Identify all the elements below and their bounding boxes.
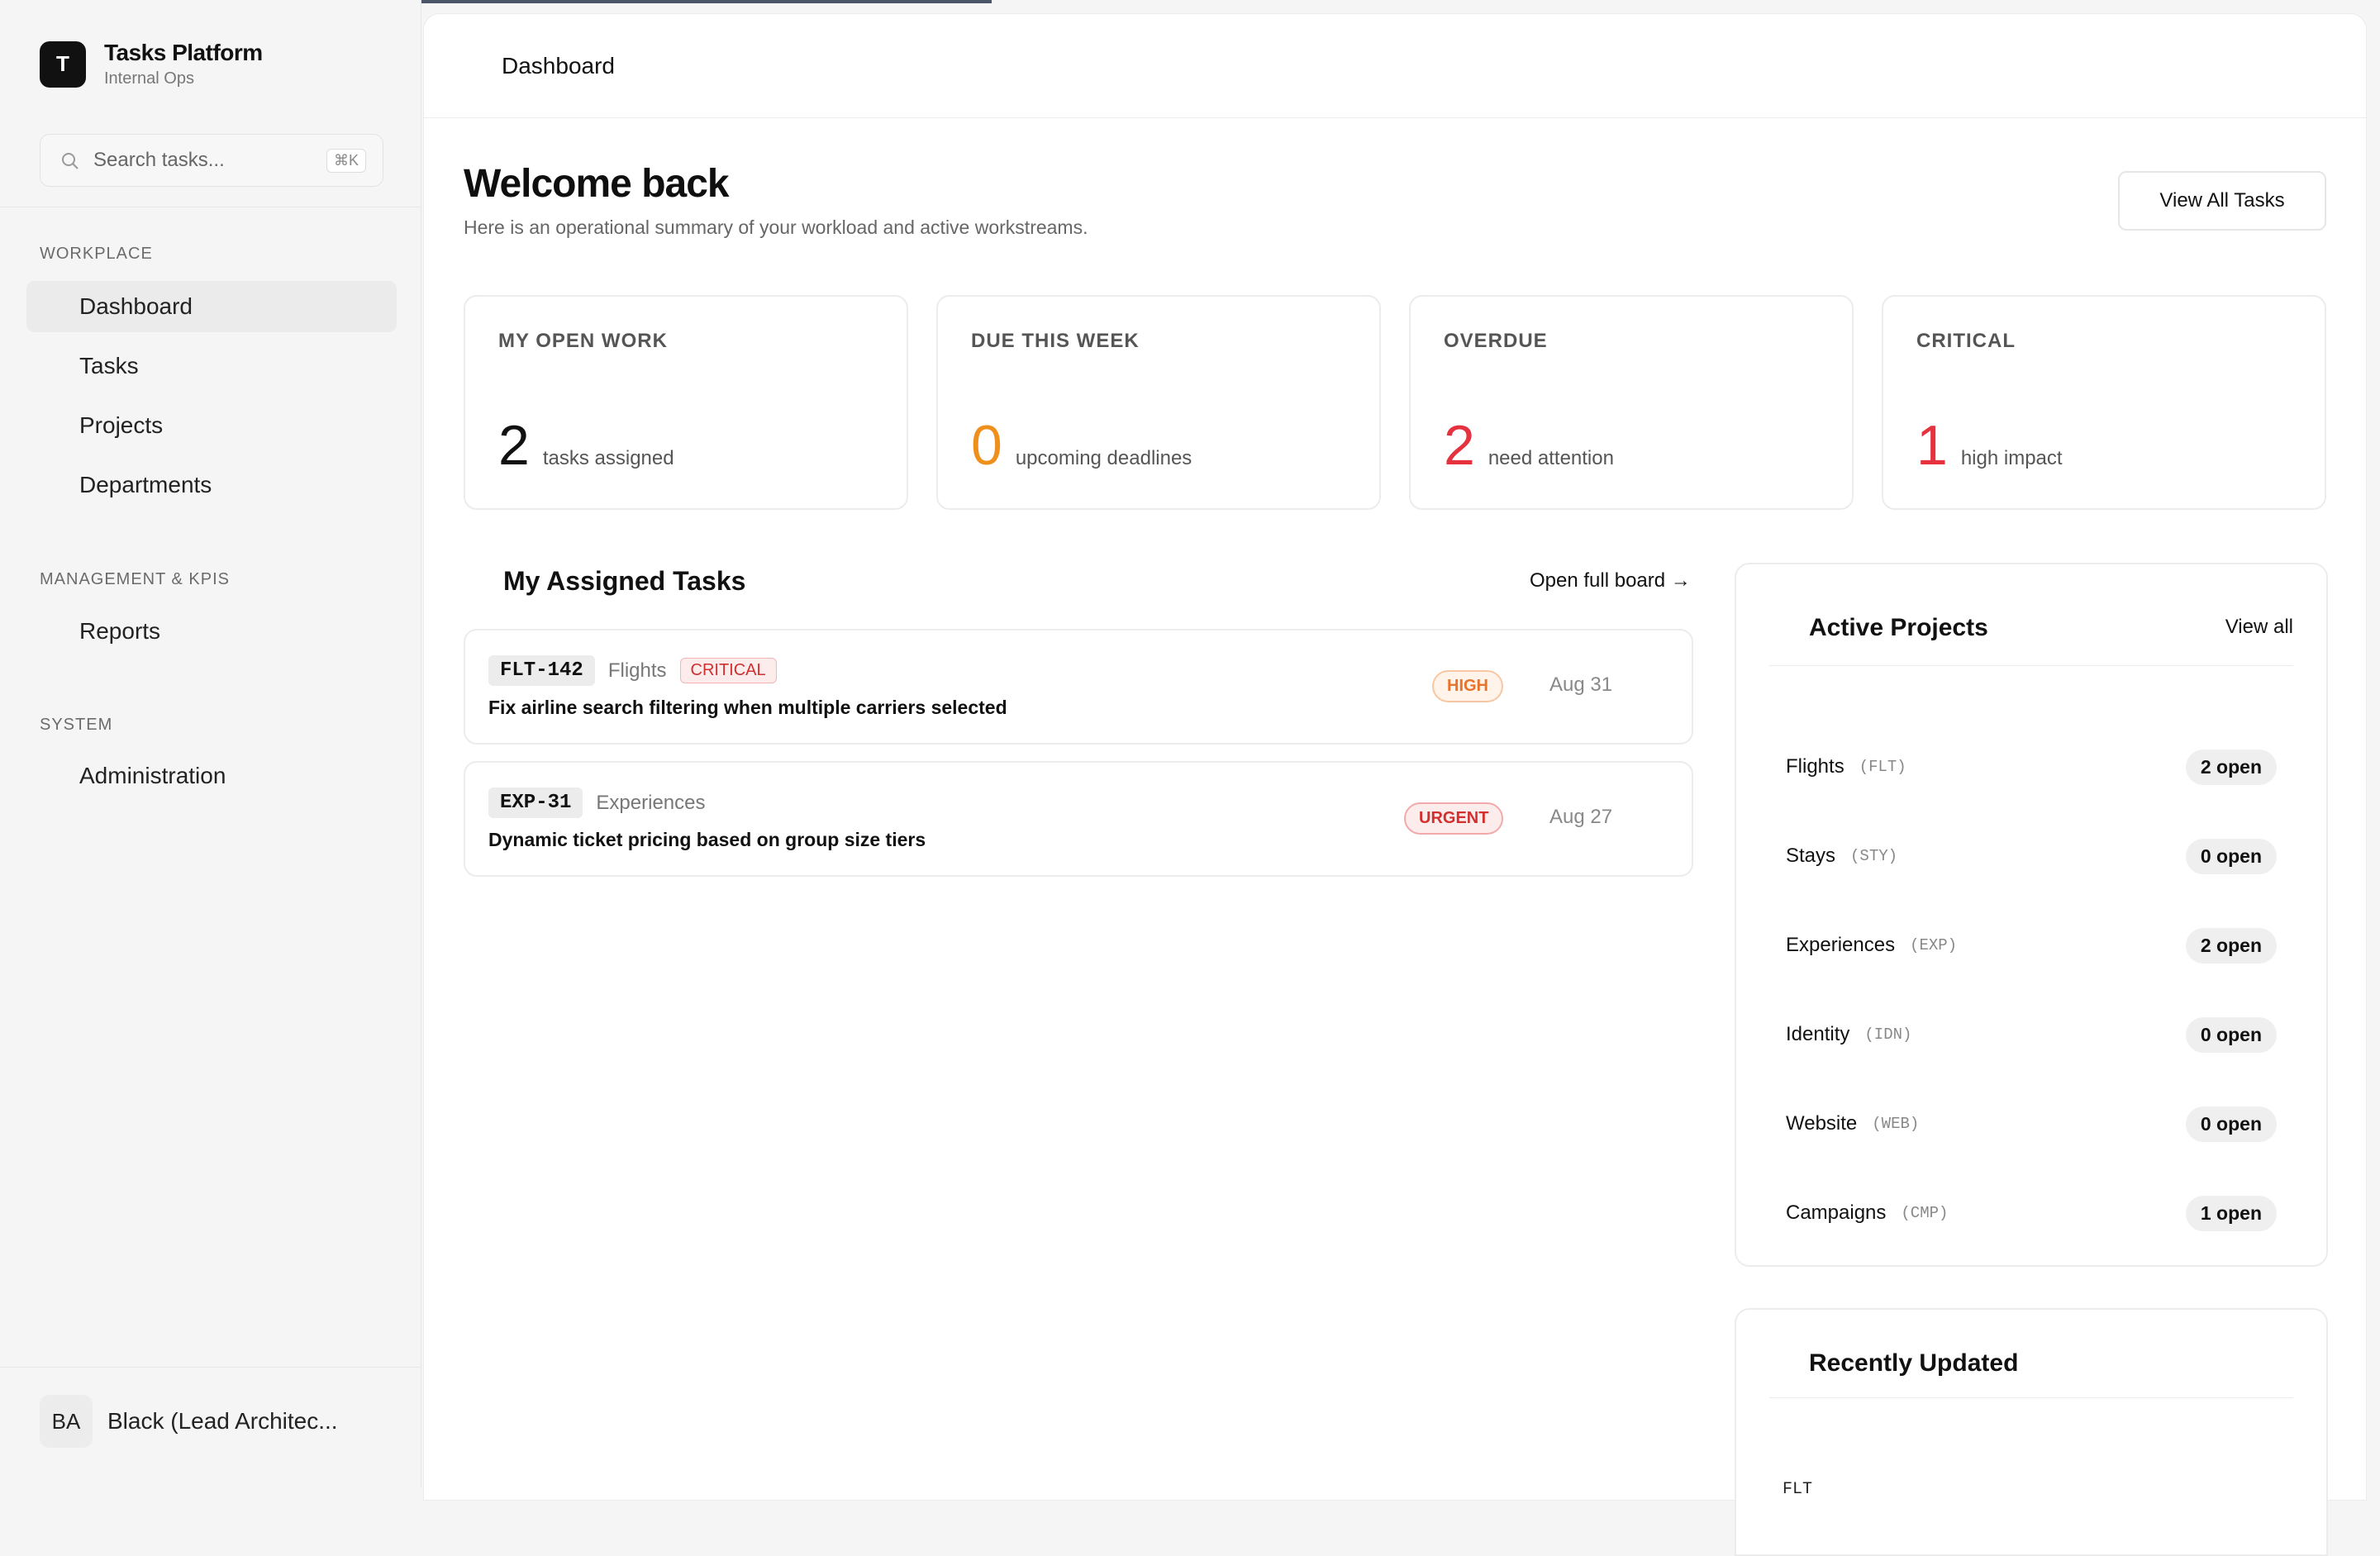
recently-updated-title: Recently Updated: [1809, 1349, 2019, 1377]
page-header: Dashboard: [424, 14, 2366, 118]
project-key: (STY): [1850, 847, 1898, 865]
stat-label: MY OPEN WORK: [498, 330, 668, 352]
active-projects-panel: Active Projects View all Flights (FLT) 2…: [1735, 563, 2328, 1267]
priority-badge: URGENT: [1404, 802, 1504, 835]
stat-label: CRITICAL: [1916, 330, 2016, 352]
task-id: FLT-142: [488, 655, 595, 686]
section-label-workplace: WORKPLACE: [40, 245, 153, 263]
stats-row: MY OPEN WORK 2 tasks assigned DUE THIS W…: [464, 295, 2326, 510]
stat-value: 1: [1916, 414, 1948, 477]
sidebar-item-tasks[interactable]: Tasks: [26, 340, 397, 392]
stat-label: DUE THIS WEEK: [971, 330, 1140, 352]
panel-divider: [1769, 1397, 2293, 1398]
sidebar-item-dashboard[interactable]: Dashboard: [26, 281, 397, 332]
app-logo: T: [40, 40, 86, 88]
stat-caption: high impact: [1960, 447, 2063, 469]
task-title: Dynamic ticket pricing based on group si…: [488, 829, 926, 850]
project-key: (FLT): [1859, 758, 1906, 776]
project-name: Website: [1786, 1112, 1858, 1135]
open-count-badge: 2 open: [2185, 927, 2277, 964]
user-name: Black (Lead Architec...: [107, 1408, 338, 1434]
task-row[interactable]: FLT-142 Flights CRITICAL Fix airline sea…: [464, 629, 1693, 745]
task-due-date: Aug 31: [1549, 673, 1613, 696]
project-key: (EXP): [1910, 936, 1958, 954]
section-label-system: SYSTEM: [40, 716, 113, 734]
sidebar-item-departments[interactable]: Departments: [26, 459, 397, 511]
stat-label: OVERDUE: [1444, 330, 1548, 352]
project-key: (CMP): [1901, 1204, 1949, 1222]
avatar: BA: [40, 1395, 93, 1448]
sidebar: T Tasks Platform Internal Ops Search tas…: [0, 0, 421, 1487]
stat-card-due-this-week: DUE THIS WEEK 0 upcoming deadlines: [936, 295, 1381, 510]
search-shortcut-badge: ⌘K: [326, 148, 366, 173]
project-name: Identity: [1786, 1023, 1850, 1045]
open-count-badge: 0 open: [2185, 838, 2277, 874]
critical-badge: CRITICAL: [679, 658, 777, 683]
stat-caption: tasks assigned: [542, 447, 674, 469]
task-row[interactable]: EXP-31 Experiences Dynamic ticket pricin…: [464, 761, 1693, 877]
app-subtitle: Internal Ops: [104, 69, 194, 88]
user-profile[interactable]: BA Black (Lead Architec...: [40, 1395, 338, 1448]
sidebar-item-projects[interactable]: Projects: [26, 400, 397, 451]
stat-value: 0: [971, 414, 1002, 477]
view-all-tasks-button[interactable]: View All Tasks: [2118, 171, 2326, 231]
stat-card-critical: CRITICAL 1 high impact: [1882, 295, 2326, 510]
app-title: Tasks Platform: [104, 40, 263, 65]
breadcrumb: Dashboard: [502, 52, 615, 79]
open-full-board-link[interactable]: Open full board →: [1530, 569, 1691, 592]
stat-card-overdue: OVERDUE 2 need attention: [1409, 295, 1854, 510]
sidebar-item-administration[interactable]: Administration: [26, 750, 397, 802]
project-key: (IDN): [1864, 1025, 1912, 1044]
active-projects-title: Active Projects: [1809, 614, 1988, 641]
recent-item-id[interactable]: FLT: [1783, 1480, 1812, 1499]
project-name: Experiences: [1786, 934, 1896, 956]
project-row-website[interactable]: Website (WEB) 0 open: [1786, 1103, 2277, 1144]
sidebar-bottom-divider: [0, 1367, 421, 1368]
section-label-management: MANAGEMENT & KPIS: [40, 570, 231, 588]
panel-divider: [1769, 665, 2293, 666]
stat-value: 2: [498, 414, 530, 477]
project-row-campaigns[interactable]: Campaigns (CMP) 1 open: [1786, 1192, 2277, 1234]
search-placeholder: Search tasks...: [93, 149, 225, 171]
sidebar-item-reports[interactable]: Reports: [26, 606, 397, 657]
task-due-date: Aug 27: [1549, 806, 1613, 828]
recently-updated-panel: Recently Updated FLT: [1735, 1308, 2328, 1556]
project-row-stays[interactable]: Stays (STY) 0 open: [1786, 835, 2277, 877]
open-count-badge: 0 open: [2185, 1016, 2277, 1053]
brand[interactable]: T Tasks Platform Internal Ops: [40, 40, 263, 88]
task-id: EXP-31: [488, 788, 583, 818]
page-subtitle: Here is an operational summary of your w…: [464, 217, 1088, 238]
project-row-identity[interactable]: Identity (IDN) 0 open: [1786, 1014, 2277, 1055]
task-project: Flights: [607, 659, 667, 682]
task-title: Fix airline search filtering when multip…: [488, 697, 1007, 718]
view-all-projects-link[interactable]: View all: [2225, 616, 2293, 639]
project-name: Stays: [1786, 845, 1836, 867]
main-content: Dashboard Welcome back Here is an operat…: [423, 13, 2367, 1556]
priority-badge: HIGH: [1432, 670, 1503, 702]
project-name: Campaigns: [1786, 1201, 1887, 1224]
welcome-section: Welcome back Here is an operational summ…: [464, 161, 1088, 239]
project-row-experiences[interactable]: Experiences (EXP) 2 open: [1786, 925, 2277, 966]
open-count-badge: 2 open: [2185, 749, 2277, 785]
task-project: Experiences: [596, 791, 706, 814]
page-title: Welcome back: [464, 162, 730, 206]
stat-caption: upcoming deadlines: [1015, 447, 1192, 469]
stat-card-open-work: MY OPEN WORK 2 tasks assigned: [464, 295, 908, 510]
open-count-badge: 0 open: [2185, 1106, 2277, 1142]
assigned-tasks-title: My Assigned Tasks: [503, 566, 746, 596]
stat-caption: need attention: [1488, 447, 1614, 469]
project-key: (WEB): [1872, 1115, 1920, 1133]
search-input[interactable]: Search tasks... ⌘K: [40, 134, 383, 187]
project-name: Flights: [1786, 755, 1844, 778]
project-row-flights[interactable]: Flights (FLT) 2 open: [1786, 746, 2277, 788]
open-count-badge: 1 open: [2185, 1195, 2277, 1231]
search-icon: [62, 153, 79, 169]
stat-value: 2: [1444, 414, 1475, 477]
